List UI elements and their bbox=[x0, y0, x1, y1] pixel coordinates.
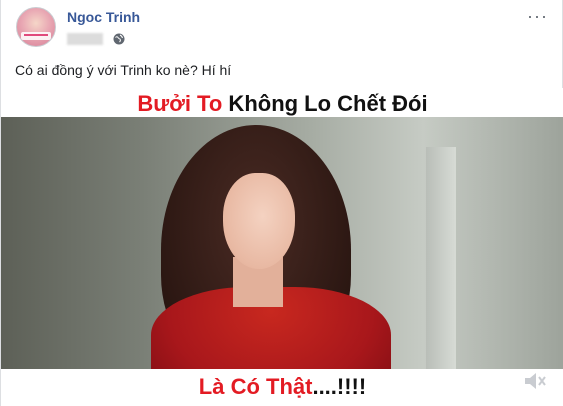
speaker-muted-icon[interactable] bbox=[522, 370, 548, 392]
globe-icon[interactable] bbox=[113, 33, 125, 45]
post-text: Có ai đồng ý với Trinh ko nè? Hí hí bbox=[15, 62, 232, 78]
author-name[interactable]: Ngoc Trinh bbox=[67, 9, 140, 25]
woman-face bbox=[223, 173, 295, 269]
video-caption-bottom: Là Có Thật....!!!! bbox=[1, 374, 563, 400]
background-door bbox=[426, 147, 456, 369]
author-avatar[interactable] bbox=[16, 7, 56, 47]
caption-top-rest: Không Lo Chết Đói bbox=[222, 91, 428, 116]
video-player[interactable]: Bưởi To Không Lo Chết Đói Là Có Thật....… bbox=[1, 88, 563, 406]
video-caption-top: Bưởi To Không Lo Chết Đói bbox=[1, 91, 563, 117]
video-frame[interactable] bbox=[1, 117, 563, 369]
caption-top-highlight: Bưởi To bbox=[137, 91, 223, 116]
post-card: Ngoc Trinh ··· Có ai đồng ý với Trinh ko… bbox=[0, 0, 563, 406]
avatar-detail-line bbox=[24, 34, 48, 36]
more-options-button[interactable]: ··· bbox=[527, 6, 548, 27]
post-timestamp-blurred[interactable] bbox=[67, 33, 103, 45]
post-meta bbox=[67, 32, 125, 46]
caption-bottom-rest: ....!!!! bbox=[312, 374, 367, 399]
caption-bottom-highlight: Là Có Thật bbox=[198, 374, 313, 399]
